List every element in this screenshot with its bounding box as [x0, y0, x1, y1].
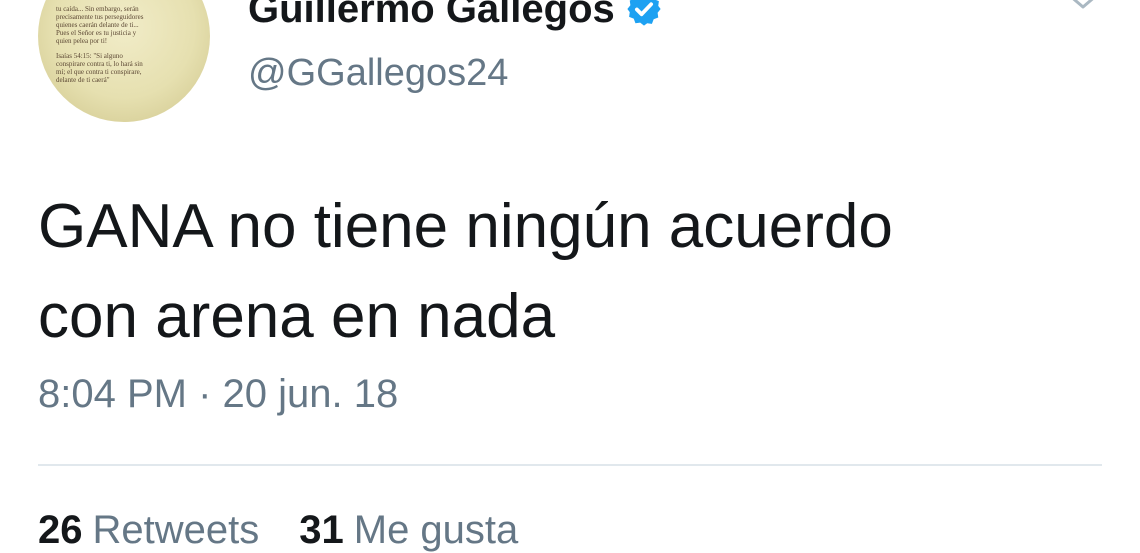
tweet-stats: 26 Retweets 31 Me gusta	[38, 508, 518, 553]
display-name[interactable]: Guillermo Gallegos	[248, 0, 615, 32]
user-handle[interactable]: @GGallegos24	[248, 52, 508, 95]
avatar-quote-top: tu caída... Sin embargo, serán precisame…	[56, 5, 144, 45]
avatar-quote-bottom: Isaías 54:15: "Si alguno conspirare cont…	[56, 52, 143, 84]
meta-separator: ·	[198, 372, 212, 416]
verified-badge-icon	[627, 0, 661, 26]
retweets-label: Retweets	[92, 508, 260, 552]
chevron-down-icon[interactable]	[1066, 0, 1100, 12]
avatar[interactable]: tu caída... Sin embargo, serán precisame…	[38, 0, 210, 122]
tweet-text-line: con arena en nada	[38, 282, 556, 351]
tweet-time: 8:04 PM	[38, 372, 187, 416]
tweet-text: GANA no tiene ningún acuerdo con arena e…	[38, 182, 1098, 362]
retweets-stat[interactable]: 26 Retweets	[38, 508, 259, 553]
tweet-date: 20 jun. 18	[222, 372, 399, 416]
tweet-text-line: GANA no tiene ningún acuerdo	[38, 192, 893, 261]
author-name-row: Guillermo Gallegos	[248, 0, 663, 36]
divider	[38, 464, 1102, 466]
likes-count: 31	[299, 508, 344, 552]
likes-stat[interactable]: 31 Me gusta	[299, 508, 518, 553]
retweets-count: 26	[38, 508, 83, 552]
likes-label: Me gusta	[353, 508, 519, 552]
tweet-timestamp[interactable]: 8:04 PM · 20 jun. 18	[38, 372, 398, 417]
